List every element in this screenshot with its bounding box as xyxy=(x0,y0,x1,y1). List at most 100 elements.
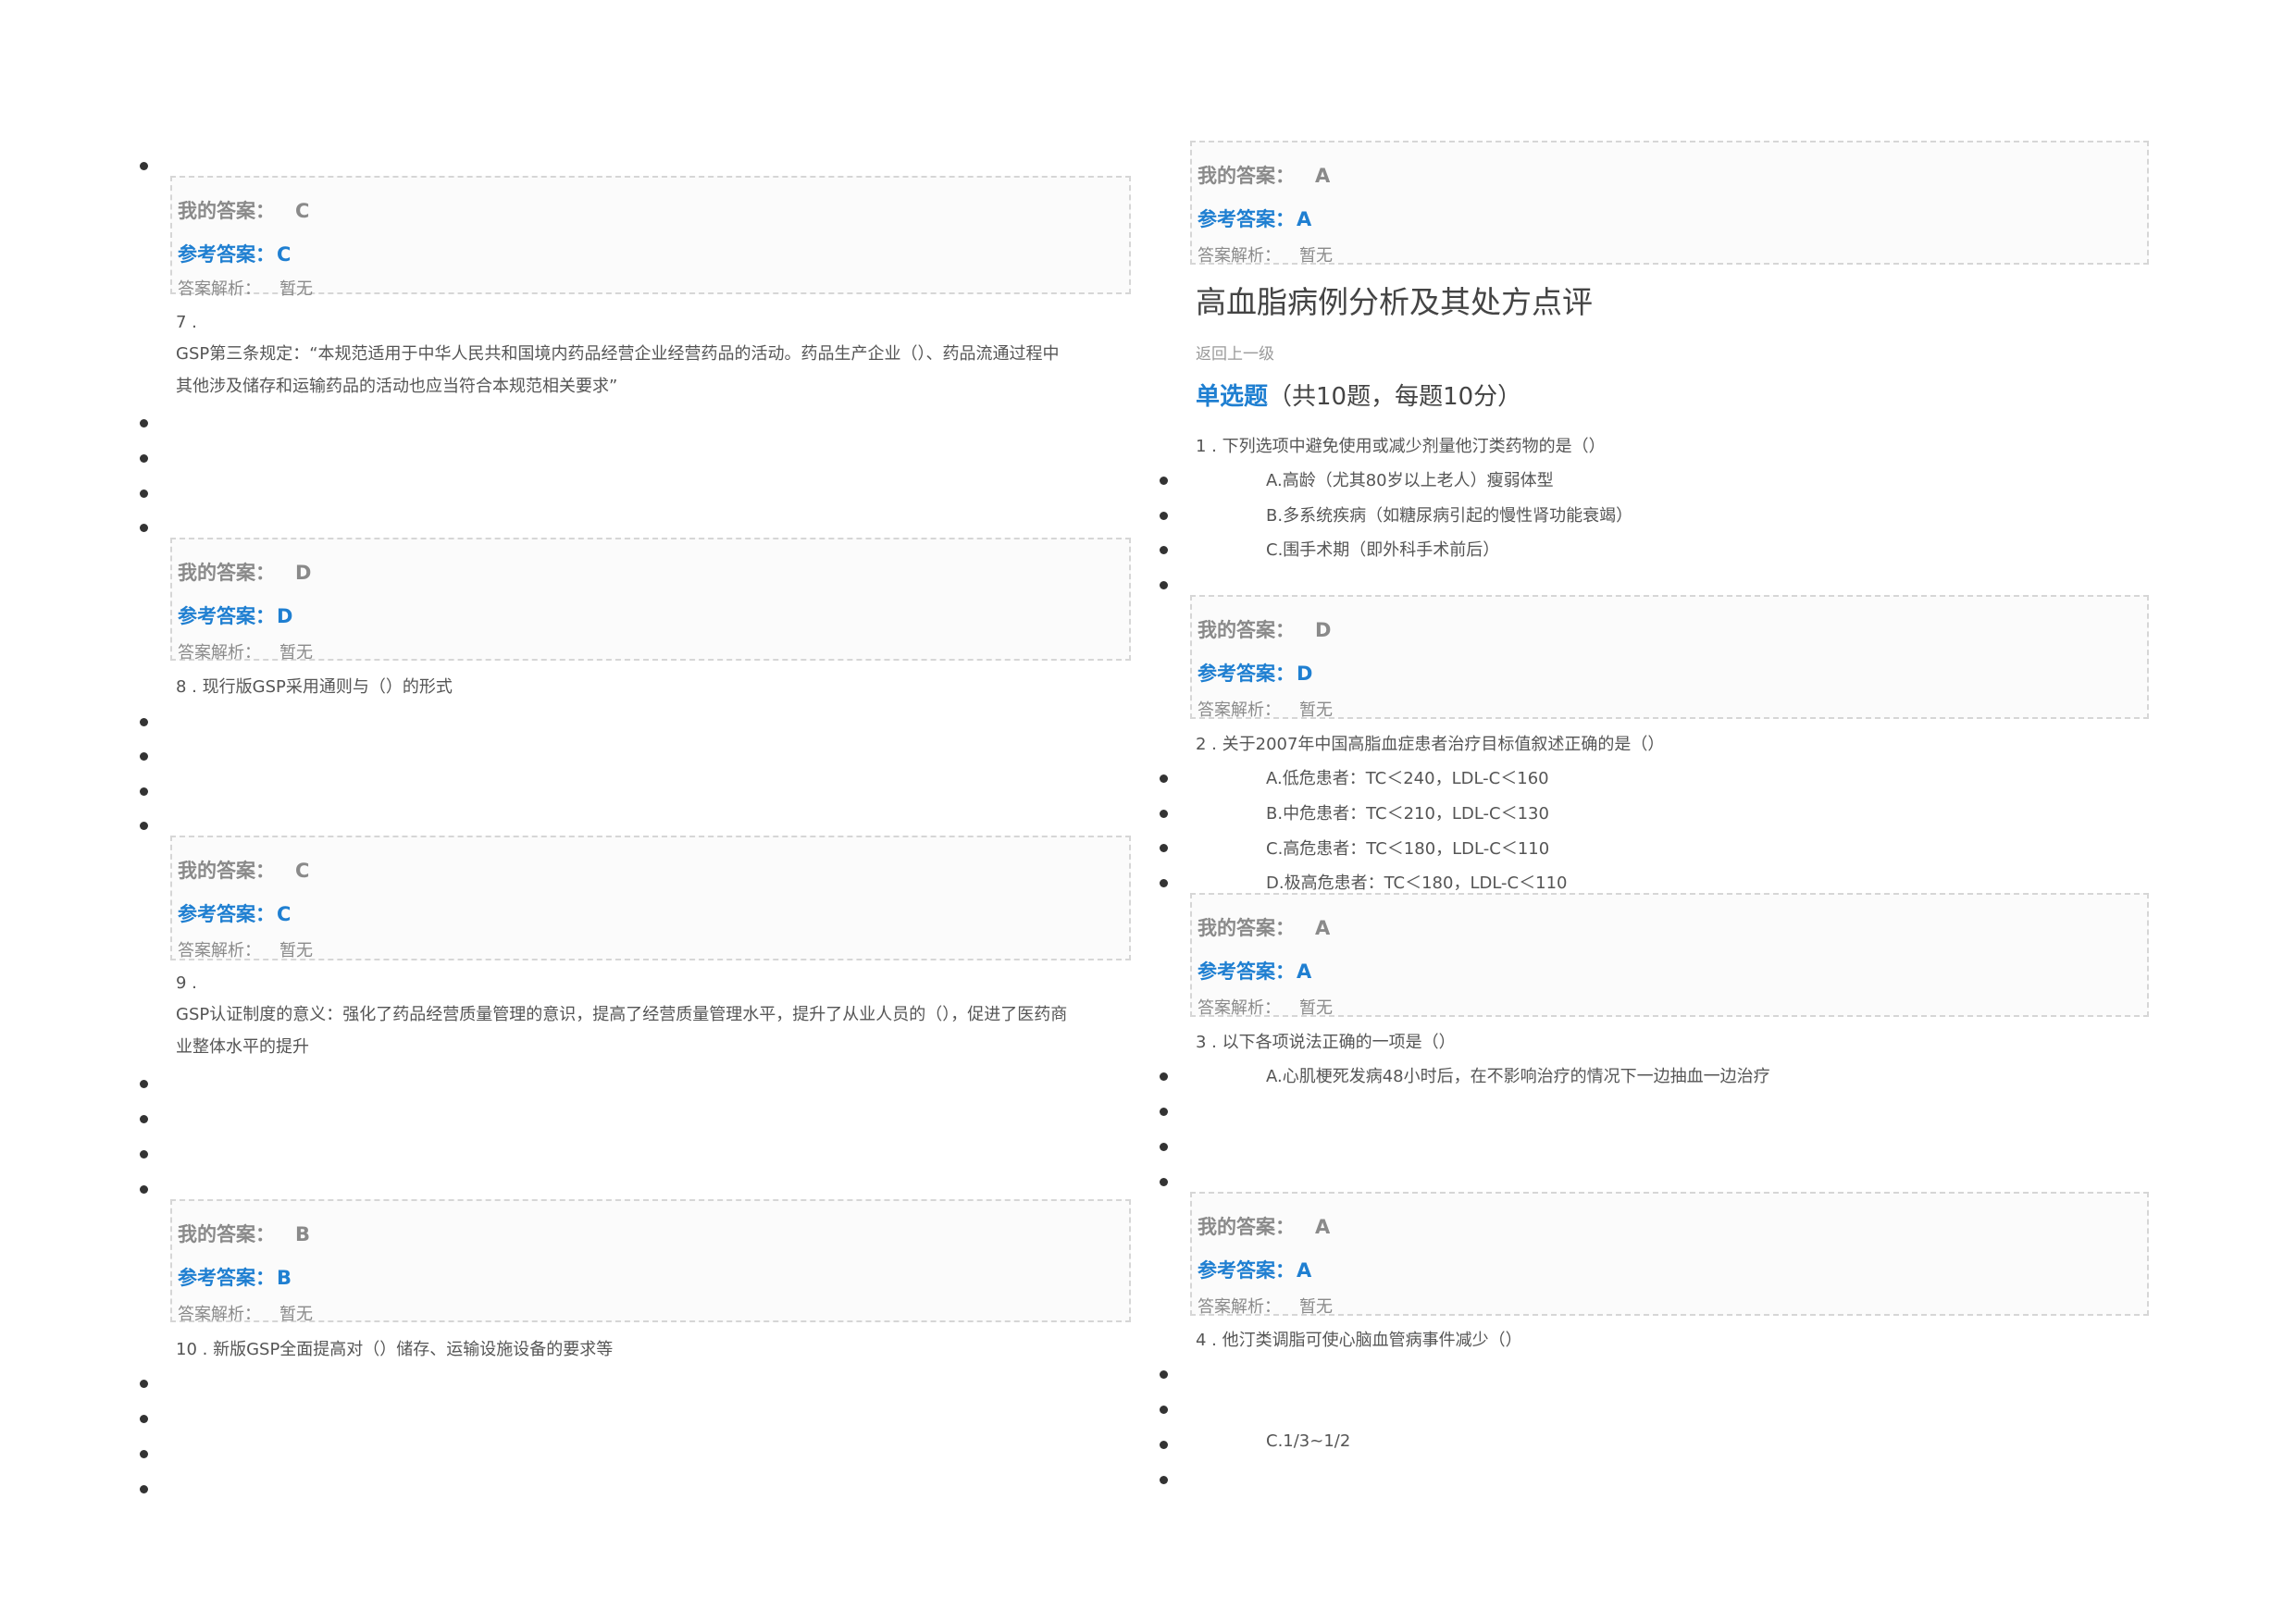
reference-answer: 参考答案：D xyxy=(1198,659,1312,687)
my-answer-value: A xyxy=(1315,1216,1331,1238)
list-bullet xyxy=(140,718,148,726)
question-text: 4 . 他汀类调脂可使心脑血管病事件减少（） xyxy=(1196,1331,1522,1350)
question-text-line: 其他涉及储存和运输药品的活动也应当符合本规范相关要求” xyxy=(176,377,618,396)
analysis-value: 暂无 xyxy=(279,941,313,960)
option-c[interactable]: C.围手术期（即外科手术前后） xyxy=(1266,537,1499,561)
answer-analysis: 答案解析： 暂无 xyxy=(1198,697,1333,721)
reference-answer-value: C xyxy=(277,243,292,266)
question-type-detail: （共10题，每题10分） xyxy=(1268,383,1522,411)
reference-answer-label: 参考答案： xyxy=(1198,208,1295,230)
reference-answer-label: 参考答案： xyxy=(1198,1259,1295,1282)
my-answer-value: D xyxy=(295,562,312,584)
reference-answer-value: A xyxy=(1297,1259,1312,1282)
my-answer: 我的答案： D xyxy=(1198,615,1331,643)
my-answer-label: 我的答案： xyxy=(1198,165,1295,187)
analysis-value: 暂无 xyxy=(1299,246,1333,266)
my-answer-value: A xyxy=(1315,165,1331,187)
answer-box: 我的答案： C 参考答案：C 答案解析： 暂无 xyxy=(170,836,1131,960)
analysis-value: 暂无 xyxy=(279,1305,313,1324)
option-a[interactable]: A.高龄（尤其80岁以上老人）瘦弱体型 xyxy=(1266,467,1554,491)
question-text-line: GSP第三条规定：“本规范适用于中华人民共和国境内药品经营企业经营药品的活动。药… xyxy=(176,344,1060,364)
option-c[interactable]: C.高危患者：TC＜180，LDL-C＜110 xyxy=(1266,836,1549,860)
answer-analysis: 答案解析： 暂无 xyxy=(178,1301,313,1325)
list-bullet xyxy=(140,1415,148,1423)
question-text: 8 . 现行版GSP采用通则与（）的形式 xyxy=(176,677,453,697)
reference-answer-value: A xyxy=(1297,208,1312,230)
my-answer: 我的答案： B xyxy=(178,1220,310,1247)
question-text-line: 业整体水平的提升 xyxy=(176,1037,309,1057)
list-bullet xyxy=(1160,1370,1168,1379)
answer-analysis: 答案解析： 暂无 xyxy=(178,276,313,300)
analysis-value: 暂无 xyxy=(279,643,313,663)
list-bullet xyxy=(140,752,148,761)
list-bullet xyxy=(1160,477,1168,485)
list-bullet xyxy=(140,1485,148,1493)
list-bullet xyxy=(140,822,148,830)
list-bullet xyxy=(140,1450,148,1458)
reference-answer-label: 参考答案： xyxy=(178,1267,275,1289)
answer-box: 我的答案： C 参考答案：C 答案解析： 暂无 xyxy=(170,176,1131,299)
option-a[interactable]: A.低危患者：TC＜240，LDL-C＜160 xyxy=(1266,765,1549,789)
question-text: 3 . 以下各项说法正确的一项是（） xyxy=(1196,1033,1456,1052)
question-text: 1 . 下列选项中避免使用或减少剂量他汀类药物的是（） xyxy=(1196,437,1606,456)
list-bullet xyxy=(140,1150,148,1158)
list-bullet xyxy=(1160,1072,1168,1081)
option-b[interactable]: B.多系统疾病（如糖尿病引起的慢性肾功能衰竭） xyxy=(1266,502,1632,527)
my-answer-label: 我的答案： xyxy=(1198,917,1295,939)
answer-box: 我的答案： A 参考答案：A 答案解析： 暂无 xyxy=(1190,1192,2149,1318)
option-b[interactable]: B.中危患者：TC＜210，LDL-C＜130 xyxy=(1266,800,1549,824)
list-bullet xyxy=(140,454,148,463)
question-text: GSP认证制度的意义：强化了药品经营质量管理的意识，提高了经营质量管理水平，提升… xyxy=(176,998,1138,1063)
reference-answer: 参考答案：A xyxy=(1198,1256,1311,1283)
list-bullet xyxy=(140,489,148,498)
reference-answer-value: D xyxy=(1297,663,1313,685)
list-bullet xyxy=(1160,810,1168,818)
my-answer: 我的答案： A xyxy=(1198,913,1330,941)
list-bullet xyxy=(1160,1476,1168,1484)
reference-answer-label: 参考答案： xyxy=(1198,663,1295,685)
analysis-value: 暂无 xyxy=(1299,700,1333,720)
list-bullet xyxy=(1160,512,1168,520)
reference-answer: 参考答案：A xyxy=(1198,957,1311,985)
analysis-label: 答案解析： xyxy=(1198,1297,1281,1317)
my-answer: 我的答案： C xyxy=(178,856,309,884)
question-type-title: 单选题（共10题，每题10分） xyxy=(1196,378,1521,412)
question-text: 10 . 新版GSP全面提高对（）储存、运输设施设备的要求等 xyxy=(176,1340,614,1359)
my-answer-value: C xyxy=(295,200,310,222)
list-bullet xyxy=(140,524,148,532)
list-bullet xyxy=(1160,1406,1168,1414)
analysis-label: 答案解析： xyxy=(1198,246,1281,266)
option-d[interactable]: D.极高危患者：TC＜180，LDL-C＜110 xyxy=(1266,870,1567,894)
my-answer-label: 我的答案： xyxy=(1198,1216,1295,1238)
list-bullet xyxy=(1160,844,1168,852)
question-text: 2 . 关于2007年中国高脂血症患者治疗目标值叙述正确的是（） xyxy=(1196,735,1665,754)
answer-box: 我的答案： A 参考答案：A 答案解析： 暂无 xyxy=(1190,893,2149,1018)
reference-answer-label: 参考答案： xyxy=(178,605,275,627)
reference-answer: 参考答案：D xyxy=(178,601,292,629)
answer-box: 我的答案： D 参考答案：D 答案解析： 暂无 xyxy=(1190,595,2149,721)
analysis-label: 答案解析： xyxy=(1198,998,1281,1018)
list-bullet xyxy=(1160,546,1168,554)
list-bullet xyxy=(1160,1108,1168,1116)
reference-answer: 参考答案：B xyxy=(178,1263,292,1291)
list-bullet xyxy=(1160,774,1168,783)
my-answer: 我的答案： C xyxy=(178,196,309,224)
back-link[interactable]: 返回上一级 xyxy=(1196,341,1274,364)
list-bullet xyxy=(140,162,148,170)
question-text-line: GSP认证制度的意义：强化了药品经营质量管理的意识，提高了经营质量管理水平，提升… xyxy=(176,1005,1068,1024)
option-c[interactable]: C.1/3~1/2 xyxy=(1266,1431,1350,1451)
my-answer-value: B xyxy=(295,1223,311,1245)
reference-answer: 参考答案：C xyxy=(178,240,291,267)
list-bullet xyxy=(1160,1441,1168,1449)
list-bullet xyxy=(140,419,148,427)
analysis-value: 暂无 xyxy=(1299,1297,1333,1317)
question-number: 9 . xyxy=(176,973,197,993)
answer-analysis: 答案解析： 暂无 xyxy=(1198,1294,1333,1318)
my-answer: 我的答案： A xyxy=(1198,161,1330,189)
analysis-label: 答案解析： xyxy=(1198,700,1281,720)
question-text: GSP第三条规定：“本规范适用于中华人民共和国境内药品经营企业经营药品的活动。药… xyxy=(176,338,1138,403)
my-answer-label: 我的答案： xyxy=(1198,619,1295,641)
option-a[interactable]: A.心肌梗死发病48小时后，在不影响治疗的情况下一边抽血一边治疗 xyxy=(1266,1063,1770,1087)
my-answer-label: 我的答案： xyxy=(178,562,275,584)
reference-answer-value: B xyxy=(277,1267,292,1289)
